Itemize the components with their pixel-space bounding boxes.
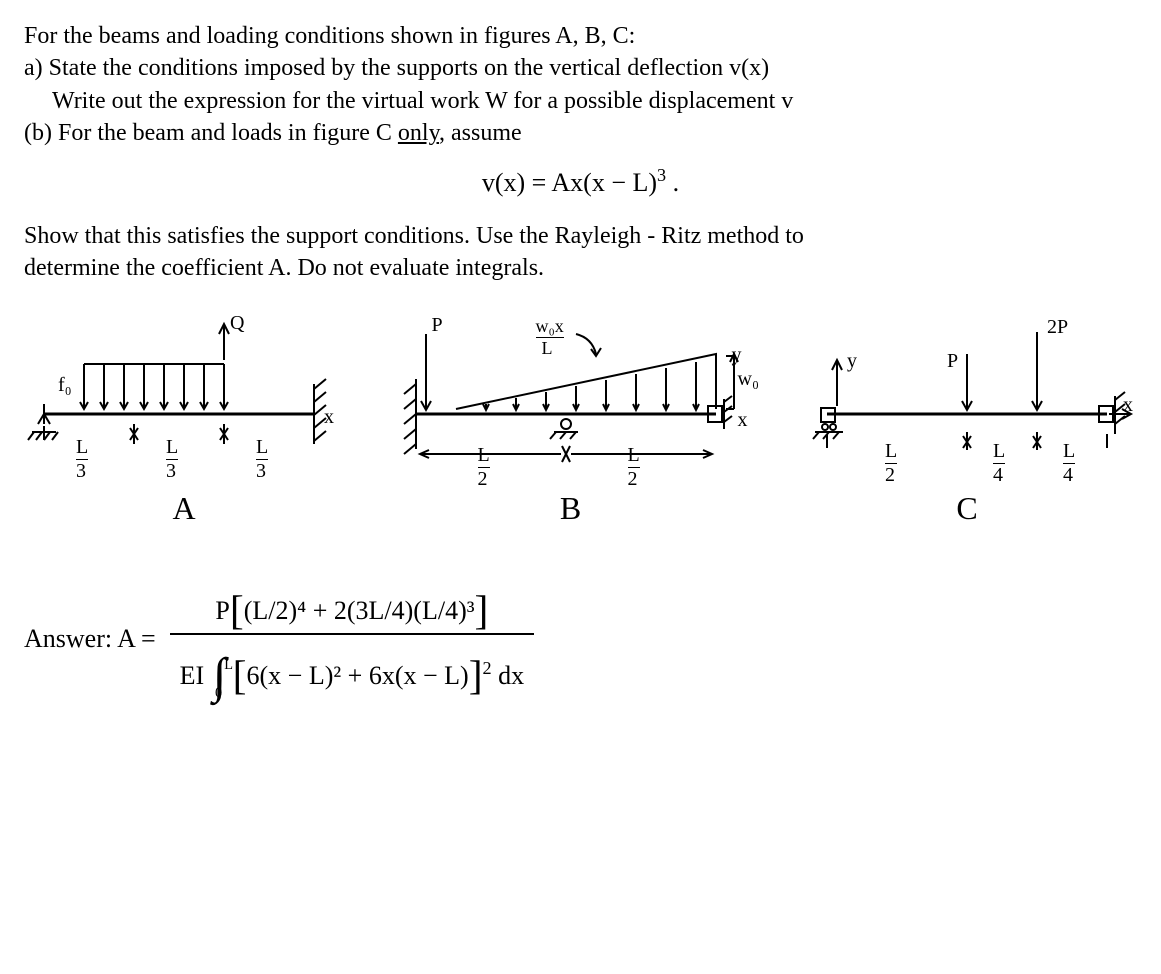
figure-b-label: B <box>386 490 756 527</box>
fig-a-seg2: L3 <box>166 436 178 483</box>
fig-c-2p-label: 2P <box>1047 316 1068 339</box>
fig-b-y-axis: y <box>732 344 742 367</box>
fig-b-seg2: L2 <box>628 444 640 491</box>
figure-b: P w₀xL w₀ x y L2 L2 B <box>386 314 756 527</box>
fig-b-x-axis: x <box>738 409 748 432</box>
fig-a-seg1: L3 <box>76 436 88 483</box>
fig-c-x-axis: x <box>1123 394 1133 417</box>
den-exp: 2 <box>483 658 492 678</box>
answer-block: Answer: A = P[(L/2)⁴ + 2(3L/4)(L/4)³] EI… <box>24 577 1137 700</box>
figures-row: f₀ Q x L3 L3 L3 A <box>24 314 1137 527</box>
answer-denominator: EI ∫L0 [6(x − L)² + 6x(x − L)]2 dx <box>170 635 534 700</box>
answer-numerator: P[(L/2)⁴ + 2(3L/4)(L/4)³] <box>205 577 498 633</box>
part-b-line: (b) For the beam and loads in figure C o… <box>24 117 1137 149</box>
show-line2: determine the coefficient A. Do not eval… <box>24 252 1137 284</box>
den-EI: EI <box>180 661 205 690</box>
part-b-prefix: (b) For the beam and loads in figure C <box>24 120 398 146</box>
only-word: only <box>398 120 439 146</box>
fig-a-seg3: L3 <box>256 436 268 483</box>
fig-b-wox-label: w₀xL <box>536 316 564 359</box>
fig-a-x-axis: x <box>324 406 334 429</box>
vx-exponent: 3 <box>657 165 666 185</box>
fig-b-p-label: P <box>432 314 443 337</box>
figure-c-label: C <box>797 490 1137 527</box>
intro-line: For the beams and loading conditions sho… <box>24 20 1137 52</box>
vx-period: . <box>666 168 679 197</box>
answer-fraction: P[(L/2)⁴ + 2(3L/4)(L/4)³] EI ∫L0 [6(x − … <box>170 577 534 700</box>
figure-a-label: A <box>24 490 344 527</box>
figure-a: f₀ Q x L3 L3 L3 A <box>24 314 344 527</box>
int-lower: 0 <box>215 685 222 701</box>
instructions: Show that this satisfies the support con… <box>24 220 1137 285</box>
int-upper: L <box>224 657 233 673</box>
vx-base: v(x) = Ax(x − L) <box>482 168 657 197</box>
num-P: P <box>215 596 229 625</box>
trial-function-equation: v(x) = Ax(x − L)3 . <box>24 168 1137 198</box>
den-inner: 6(x − L)² + 6x(x − L) <box>247 661 469 690</box>
assume-suffix: , assume <box>439 120 522 146</box>
show-line1: Show that this satisfies the support con… <box>24 220 1137 252</box>
problem-statement: For the beams and loading conditions sho… <box>24 20 1137 150</box>
fig-a-q-label: Q <box>230 312 244 335</box>
part-a-line2: Write out the expression for the virtual… <box>24 85 1137 117</box>
answer-label: Answer: A = <box>24 624 156 654</box>
fig-c-p-label: P <box>947 350 958 373</box>
num-body: (L/2)⁴ + 2(3L/4)(L/4)³ <box>244 596 475 625</box>
fig-c-seg2: L4 <box>993 440 1005 487</box>
den-dx: dx <box>498 661 524 690</box>
fig-c-y-axis: y <box>847 350 857 373</box>
fig-c-seg1: L2 <box>885 440 897 487</box>
fig-b-seg1: L2 <box>478 444 490 491</box>
figure-c: y P 2P x L2 L4 L4 C <box>797 314 1137 527</box>
fig-b-w0-label: w₀ <box>738 368 759 391</box>
fig-a-f0-label: f₀ <box>58 374 72 397</box>
part-a-line1: a) State the conditions imposed by the s… <box>24 52 1137 84</box>
fig-c-seg3: L4 <box>1063 440 1075 487</box>
